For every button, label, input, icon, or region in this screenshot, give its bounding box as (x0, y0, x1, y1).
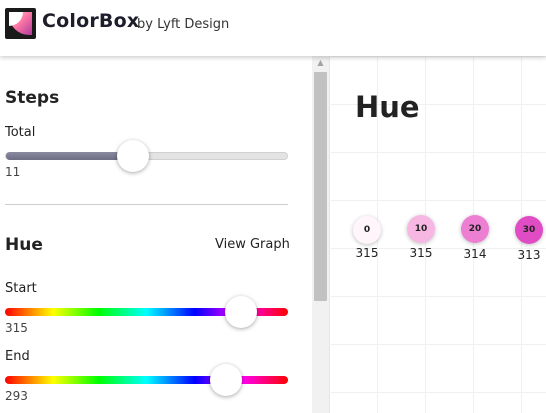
hue-end-slider-track[interactable] (5, 376, 288, 384)
colorbox-logo-icon[interactable] (5, 8, 36, 39)
color-swatch[interactable]: 0 (353, 216, 381, 244)
total-slider-thumb[interactable] (117, 140, 149, 172)
swatch-step: 10 (414, 224, 428, 234)
color-swatch[interactable]: 20 (461, 215, 489, 243)
brand-name[interactable]: ColorBox (42, 10, 139, 32)
swatch-step: 20 (468, 224, 482, 234)
hue-end-slider-thumb[interactable] (210, 364, 242, 396)
swatch-step: 0 (363, 225, 371, 235)
color-swatch[interactable]: 30 (515, 216, 543, 244)
swatch-hue-value: 313 (517, 248, 541, 262)
color-swatch[interactable]: 10 (407, 215, 435, 243)
swatch-hue-value: 315 (355, 246, 379, 260)
total-label: Total (5, 125, 36, 140)
hue-start-value: 315 (5, 321, 28, 335)
total-value: 11 (5, 165, 21, 179)
sidebar (0, 56, 330, 413)
view-graph-link[interactable]: View Graph (215, 237, 290, 252)
hue-graph-panel: Hue 0 315 10 315 20 314 30 313 (331, 56, 546, 413)
graph-title: Hue (355, 90, 420, 124)
swatch-step: 30 (522, 225, 536, 235)
hue-start-slider-thumb[interactable] (225, 296, 257, 328)
sidebar-scrollbar[interactable]: ▲ (312, 56, 329, 413)
scroll-up-arrow-icon[interactable]: ▲ (312, 58, 329, 68)
hue-start-label: Start (5, 281, 37, 296)
steps-heading: Steps (5, 88, 60, 108)
scrollbar-thumb[interactable] (314, 72, 327, 301)
total-slider-fill (6, 152, 134, 160)
brand-byline: by Lyft Design (137, 17, 230, 32)
colorbox-app: ColorBox by Lyft Design Steps Total 11 H… (0, 0, 546, 413)
hue-heading: Hue (5, 235, 43, 255)
hue-end-label: End (5, 349, 30, 364)
hue-end-value: 293 (5, 389, 28, 403)
swatch-hue-value: 315 (409, 246, 433, 260)
section-divider (5, 204, 288, 205)
swatch-hue-value: 314 (463, 247, 487, 261)
app-header: ColorBox by Lyft Design (0, 0, 546, 56)
